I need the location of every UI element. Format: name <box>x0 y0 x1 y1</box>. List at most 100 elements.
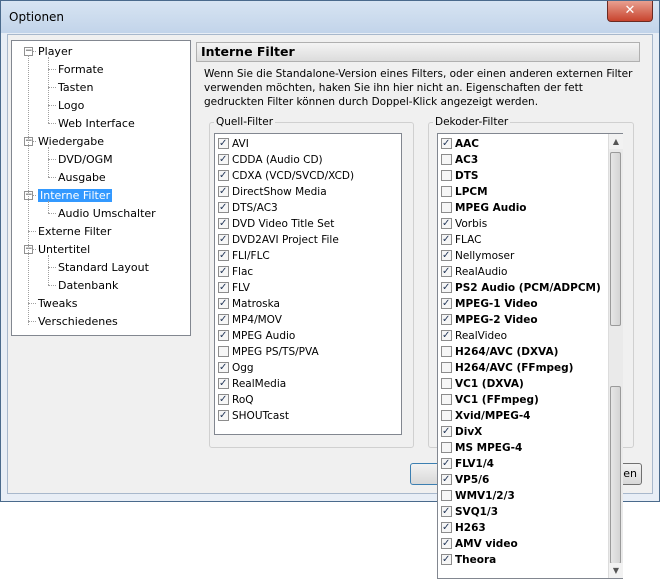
filter-checkbox[interactable] <box>218 152 229 168</box>
filter-checkbox[interactable] <box>218 248 229 264</box>
filter-checkbox[interactable] <box>441 186 452 197</box>
filter-checkbox[interactable] <box>218 376 229 392</box>
filter-checkbox[interactable] <box>441 504 452 520</box>
filter-label: FLV <box>232 282 250 294</box>
tree-item-label: Verschiedenes <box>38 315 118 328</box>
filter-checkbox[interactable] <box>441 536 452 552</box>
tree-item-label: Standard Layout <box>58 261 149 274</box>
tree-item-label: Audio Umschalter <box>58 207 156 220</box>
panel-description: Wenn Sie die Standalone-Version eines Fi… <box>204 68 633 108</box>
tree-item[interactable]: Web Interface <box>58 115 135 132</box>
tree-item[interactable]: Ausgabe <box>58 169 106 186</box>
filter-label: RealMedia <box>232 378 287 390</box>
filter-checkbox[interactable] <box>441 346 452 357</box>
tree-item-label: Externe Filter <box>38 225 112 238</box>
filter-checkbox[interactable] <box>218 136 229 152</box>
filter-checkbox[interactable] <box>441 248 452 264</box>
filter-label: DirectShow Media <box>232 186 327 198</box>
scroll-down-button[interactable]: ▼ <box>609 563 623 578</box>
filter-checkbox[interactable] <box>218 392 229 408</box>
filter-label: Theora <box>455 554 497 566</box>
filter-label: MPEG Audio <box>232 330 296 342</box>
filter-checkbox[interactable] <box>218 360 229 376</box>
filter-checkbox[interactable] <box>441 410 452 421</box>
filter-checkbox[interactable] <box>218 280 229 296</box>
filter-label: RealVideo <box>455 330 508 342</box>
filter-label: Nellymoser <box>455 250 515 262</box>
filter-checkbox[interactable] <box>441 232 452 248</box>
tree-item[interactable]: Tweaks <box>38 295 78 312</box>
filter-label: DTS/AC3 <box>232 202 278 214</box>
decoder-scrollbar[interactable]: ▲ ▼ <box>608 134 623 578</box>
filter-checkbox[interactable] <box>218 216 229 232</box>
panel-header: Interne Filter <box>196 42 640 62</box>
filter-checkbox[interactable] <box>441 552 452 568</box>
tree-item[interactable]: Interne Filter <box>38 187 113 204</box>
tree-item[interactable]: Logo <box>58 97 84 114</box>
source-filter-list[interactable]: AVI CDDA (Audio CD) CDXA (VCD/SVCD/XCD) Dir… <box>214 133 402 435</box>
close-button[interactable]: ✕ <box>607 1 653 22</box>
tree-item[interactable]: Untertitel <box>38 241 90 258</box>
filter-checkbox[interactable] <box>218 232 229 248</box>
filter-checkbox[interactable] <box>441 154 452 165</box>
scroll-thumb-lower[interactable] <box>610 386 621 564</box>
filter-checkbox[interactable] <box>441 378 452 389</box>
filter-checkbox[interactable] <box>218 328 229 344</box>
tree-item[interactable]: DVD/OGM <box>58 151 113 168</box>
filter-label: H264/AVC (FFmpeg) <box>455 362 574 374</box>
tree-item[interactable]: Externe Filter <box>38 223 111 240</box>
panel-title: Interne Filter <box>201 44 295 59</box>
filter-checkbox[interactable] <box>218 184 229 200</box>
filter-checkbox[interactable] <box>441 296 452 312</box>
filter-checkbox[interactable] <box>218 200 229 216</box>
tree-item[interactable]: Formate <box>58 61 104 78</box>
tree-item-label: Logo <box>58 99 85 112</box>
tree-item[interactable]: Datenbank <box>58 277 118 294</box>
filter-label: DivX <box>455 426 483 438</box>
filter-label: AMV video <box>455 538 518 550</box>
filter-label: Xvid/MPEG-4 <box>455 410 531 422</box>
filter-label: DVD2AVI Project File <box>232 234 339 246</box>
filter-label: RoQ <box>232 394 254 406</box>
filter-checkbox[interactable] <box>441 456 452 472</box>
filter-checkbox[interactable] <box>218 168 229 184</box>
decoder-filter-list[interactable]: ▲ ▼ AAC AC3 DTS LPCM MPEG Audio Vorbis FLAC Nel… <box>437 133 623 579</box>
filter-checkbox[interactable] <box>441 394 452 405</box>
filter-checkbox[interactable] <box>441 328 452 344</box>
scroll-up-button[interactable]: ▲ <box>609 134 623 149</box>
filter-checkbox[interactable] <box>218 408 229 424</box>
filter-checkbox[interactable] <box>441 280 452 296</box>
tree-item[interactable]: Verschiedenes <box>38 313 118 330</box>
filter-checkbox[interactable] <box>441 424 452 440</box>
filter-checkbox[interactable] <box>441 216 452 232</box>
filter-checkbox[interactable] <box>441 170 452 181</box>
filter-label: Matroska <box>232 298 280 310</box>
tree-item[interactable]: Audio Umschalter <box>58 205 156 222</box>
filter-checkbox[interactable] <box>218 296 229 312</box>
filter-label: MPEG PS/TS/PVA <box>232 346 319 358</box>
filter-checkbox[interactable] <box>441 490 452 501</box>
scroll-thumb[interactable] <box>610 152 621 326</box>
filter-checkbox[interactable] <box>441 442 452 453</box>
filter-checkbox[interactable] <box>441 362 452 373</box>
filter-checkbox[interactable] <box>441 520 452 536</box>
filter-checkbox[interactable] <box>218 264 229 280</box>
tree-item[interactable]: Player <box>38 43 72 60</box>
tree-item[interactable]: Tasten <box>58 79 93 96</box>
filter-checkbox[interactable] <box>441 472 452 488</box>
tree-item-label: Player <box>38 45 73 58</box>
filter-checkbox[interactable] <box>441 202 452 213</box>
title-bar[interactable]: Optionen ✕ <box>1 1 659 33</box>
decoder-filter-label: Dekoder-Filter <box>433 116 511 128</box>
filter-checkbox[interactable] <box>441 136 452 152</box>
filter-checkbox[interactable] <box>441 312 452 328</box>
filter-label: AAC <box>455 138 479 150</box>
tree-item[interactable]: Standard Layout <box>58 259 149 276</box>
filter-label: H263 <box>455 522 486 534</box>
filter-checkbox[interactable] <box>218 312 229 328</box>
options-tree[interactable]: Player − Formate Tasten Logo Web Interface Wie… <box>11 40 191 336</box>
filter-label: VP5/6 <box>455 474 490 486</box>
filter-checkbox[interactable] <box>441 264 452 280</box>
filter-checkbox[interactable] <box>218 346 229 357</box>
filter-label: RealAudio <box>455 266 508 278</box>
